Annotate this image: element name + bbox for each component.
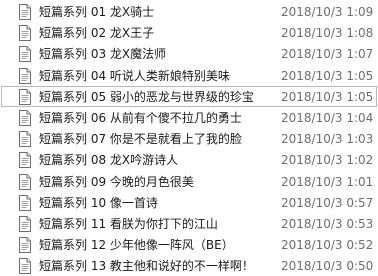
file-name: 短篇系列 04 听说人类新娘特别美味: [39, 68, 230, 83]
file-row[interactable]: 短篇系列 02 龙X王子 2018/10/3 1:08: [1, 22, 377, 43]
file-row[interactable]: 短篇系列 01 龙X骑士 2018/10/3 1:09: [1, 1, 377, 22]
text-file-icon: [19, 173, 31, 190]
file-modified-date: 2018/10/3 1:02: [281, 153, 374, 168]
file-modified-date: 2018/10/3 1:05: [281, 68, 374, 83]
file-row[interactable]: 短篇系列 11 看朕为你打下的江山 2018/10/3 0:53: [1, 213, 377, 234]
file-row[interactable]: 短篇系列 12 少年他像一阵风（BE） 2018/10/3 0:52: [1, 234, 377, 255]
text-file-icon: [19, 152, 31, 169]
file-name: 短篇系列 07 你是不是就看上了我的脸: [39, 132, 242, 147]
text-file-icon: [19, 237, 31, 254]
file-name: 短篇系列 01 龙X骑士: [39, 5, 155, 19]
text-file-icon: [19, 194, 31, 211]
file-row[interactable]: 短篇系列 07 你是不是就看上了我的脸 2018/10/3 1:03: [1, 128, 377, 149]
file-modified-date: 2018/10/3 1:09: [281, 5, 374, 19]
file-row[interactable]: 短篇系列 05 弱小的恶龙与世界级的珍宝 2018/10/3 1:05: [1, 85, 377, 107]
file-modified-date: 2018/10/3 0:50: [281, 259, 374, 274]
file-modified-date: 2018/10/3 0:57: [281, 195, 374, 210]
file-row[interactable]: 短篇系列 06 从前有个傻不拉几的勇士 2018/10/3 1:04: [1, 107, 377, 128]
file-name: 短篇系列 12 少年他像一阵风（BE）: [39, 238, 234, 253]
file-row[interactable]: 短篇系列 09 今晚的月色很美 2018/10/3 1:01: [1, 171, 377, 192]
text-file-icon: [19, 25, 31, 42]
text-file-icon: [19, 88, 31, 105]
file-name: 短篇系列 11 看朕为你打下的江山: [39, 216, 218, 231]
text-file-icon: [19, 258, 31, 275]
text-file-icon: [19, 67, 31, 84]
file-name: 短篇系列 08 龙X吟游诗人: [39, 153, 179, 168]
file-name: 短篇系列 13 教主他和说好的不一样啊！: [39, 259, 254, 274]
text-file-icon: [19, 215, 31, 232]
text-file-icon: [19, 46, 31, 63]
file-modified-date: 2018/10/3 1:01: [281, 174, 374, 189]
text-file-icon: [19, 109, 31, 126]
file-name: 短篇系列 02 龙X王子: [39, 26, 155, 41]
file-row[interactable]: 短篇系列 08 龙X吟游诗人 2018/10/3 1:02: [1, 149, 377, 170]
file-row[interactable]: 短篇系列 04 听说人类新娘特别美味 2018/10/3 1:05: [1, 65, 377, 86]
file-row[interactable]: 短篇系列 10 像一首诗 2018/10/3 0:57: [1, 192, 377, 213]
file-modified-date: 2018/10/3 1:07: [281, 47, 374, 62]
file-row[interactable]: 短篇系列 03 龙X魔法师 2018/10/3 1:07: [1, 43, 377, 64]
text-file-icon: [19, 4, 31, 20]
file-name: 短篇系列 03 龙X魔法师: [39, 47, 167, 62]
file-modified-date: 2018/10/3 1:08: [281, 26, 374, 41]
file-name: 短篇系列 05 弱小的恶龙与世界级的珍宝: [39, 89, 254, 104]
file-name: 短篇系列 06 从前有个傻不拉几的勇士: [39, 110, 242, 125]
file-row[interactable]: 短篇系列 13 教主他和说好的不一样啊！ 2018/10/3 0:50: [1, 255, 377, 276]
file-name: 短篇系列 09 今晚的月色很美: [39, 174, 194, 189]
file-modified-date: 2018/10/3 0:52: [281, 238, 374, 253]
text-file-icon: [19, 131, 31, 148]
file-name: 短篇系列 10 像一首诗: [39, 195, 158, 210]
file-modified-date: 2018/10/3 1:05: [281, 89, 374, 104]
file-modified-date: 2018/10/3 0:53: [281, 216, 374, 231]
file-modified-date: 2018/10/3 1:04: [281, 110, 374, 125]
file-modified-date: 2018/10/3 1:03: [281, 132, 374, 147]
file-list: 短篇系列 01 龙X骑士 2018/10/3 1:09 短篇系列 02 龙X王子 20…: [0, 0, 378, 276]
